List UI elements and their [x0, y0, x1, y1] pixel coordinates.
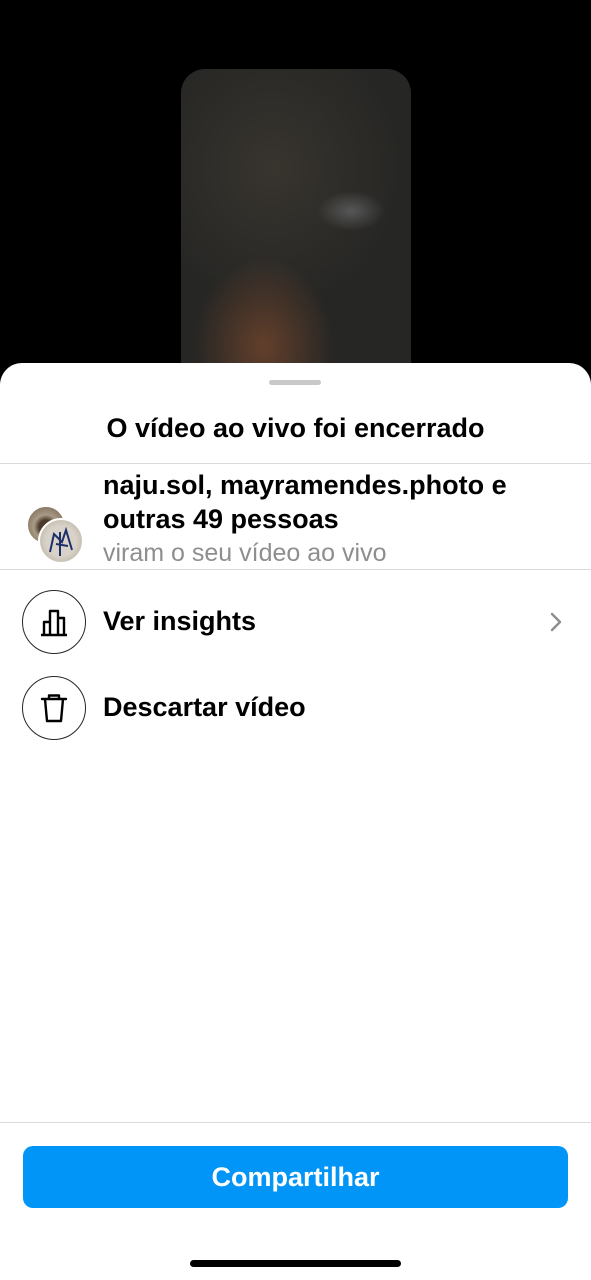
bar-chart-icon — [22, 590, 86, 654]
sheet-title: O vídeo ao vivo foi encerrado — [106, 413, 485, 443]
live-ended-sheet: O vídeo ao vivo foi encerrado naju.sol, … — [0, 363, 591, 1280]
share-button[interactable]: Compartilhar — [23, 1146, 568, 1208]
divider — [0, 1122, 591, 1123]
discard-video-label: Descartar vídeo — [103, 692, 306, 722]
viewer-avatars — [26, 505, 84, 564]
view-insights-label: Ver insights — [103, 606, 257, 636]
trash-icon — [22, 676, 86, 740]
viewers-row[interactable]: naju.sol, mayramendes.photo e outras 49 … — [0, 464, 591, 570]
chevron-right-icon — [550, 612, 562, 632]
live-video-preview — [181, 69, 411, 399]
screen: O vídeo ao vivo foi encerrado naju.sol, … — [0, 0, 591, 1280]
sheet-grabber[interactable] — [269, 380, 321, 385]
discard-video-option[interactable]: Descartar vídeo — [0, 674, 591, 744]
avatar-sketch-icon — [49, 526, 73, 556]
home-indicator[interactable] — [190, 1260, 401, 1267]
divider — [0, 569, 591, 570]
viewers-names: naju.sol, mayramendes.photo e outras 49 … — [103, 470, 507, 534]
viewers-subtitle: viram o seu vídeo ao vivo — [103, 539, 387, 567]
view-insights-option[interactable]: Ver insights — [0, 588, 591, 658]
avatar — [38, 518, 84, 564]
